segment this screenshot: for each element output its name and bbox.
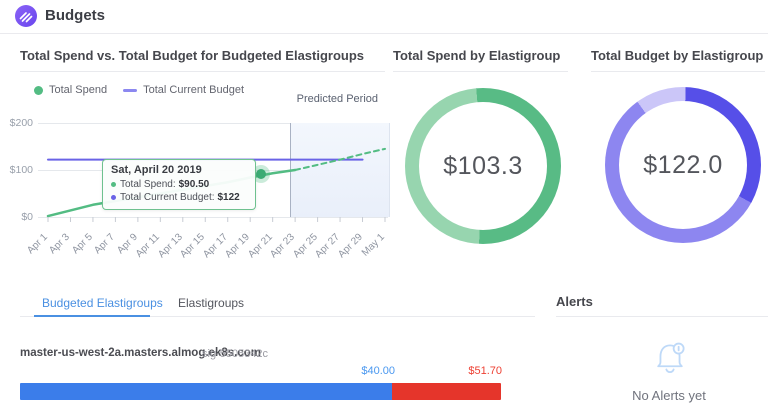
legend-item-total-spend[interactable]: Total Spend: [34, 84, 107, 96]
bar-segment: [392, 383, 501, 400]
tooltip-budget-row: Total Current Budget: $122: [111, 191, 247, 204]
x-axis-label: Apr 5: [56, 232, 95, 271]
x-axis-label: Apr 27: [303, 232, 342, 271]
tooltip-spend-row: Total Spend: $90.50: [111, 178, 247, 191]
x-axis-label: Apr 7: [78, 232, 117, 271]
total-budget-swatch-icon: [123, 89, 137, 92]
line-chart-section-title: Total Spend vs. Total Budget for Budgete…: [20, 48, 364, 63]
predicted-period-label: Predicted Period: [276, 93, 378, 105]
spend-donut-section-title: Total Spend by Elastigroup: [393, 48, 560, 63]
x-axis-label: Apr 3: [33, 232, 72, 271]
y-axis-label: $0: [0, 211, 33, 223]
tab-budgeted-elastigroups[interactable]: Budgeted Elastigroups: [42, 296, 163, 310]
legend-item-total-current-budget[interactable]: Total Current Budget: [123, 84, 244, 96]
tooltip-date: Sat, April 20 2019: [111, 164, 247, 176]
x-axis-label: Apr 13: [146, 232, 185, 271]
divider: [20, 71, 385, 72]
spotinst-logo-icon[interactable]: [15, 5, 37, 27]
total-budget-value: $122.0: [605, 87, 761, 243]
divider: [591, 71, 765, 72]
x-axis-label: May 1: [348, 232, 387, 271]
x-axis-label: Apr 23: [258, 232, 297, 271]
budget-amount-label: $40.00: [325, 365, 395, 377]
spend-bullet-icon: [111, 182, 116, 187]
total-spend-donut-chart[interactable]: $103.3: [405, 88, 561, 244]
x-axis-label: Apr 9: [101, 232, 140, 271]
chart-legend: Total Spend Total Current Budget: [34, 84, 244, 96]
x-axis-label: Apr 11: [123, 232, 162, 271]
tab-elastigroups[interactable]: Elastigroups: [178, 296, 244, 310]
legend-label: Total Spend: [49, 84, 107, 96]
gridline: [38, 123, 388, 124]
x-axis-label: Apr 21: [236, 232, 275, 271]
predicted-period-region: [290, 123, 390, 217]
total-budget-donut-chart[interactable]: $122.0: [605, 87, 761, 243]
legend-label: Total Current Budget: [143, 84, 244, 96]
active-tab-underline: [34, 315, 150, 317]
x-axis-label: Apr 25: [281, 232, 320, 271]
y-axis-label: $200: [0, 117, 33, 129]
bell-icon: [650, 337, 690, 381]
x-axis-label: Apr 15: [168, 232, 207, 271]
divider: [556, 316, 768, 317]
x-axis-label: Apr 29: [326, 232, 365, 271]
elastigroup-sig-id: sig-5505342c: [202, 348, 268, 360]
budget-bullet-icon: [111, 195, 116, 200]
app-header: Budgets: [0, 0, 768, 34]
bar-segment: [20, 383, 392, 400]
x-axis-label: Apr 19: [213, 232, 252, 271]
total-spend-value: $103.3: [405, 88, 561, 244]
x-axis-label: Apr 1: [11, 232, 50, 271]
divider: [393, 71, 568, 72]
page-title: Budgets: [45, 7, 105, 24]
alerts-section-title: Alerts: [556, 294, 593, 309]
total-spend-swatch-icon: [34, 86, 43, 95]
spend-amount-label: $51.70: [432, 365, 502, 377]
y-axis-label: $100: [0, 164, 33, 176]
gridline: [38, 217, 388, 218]
budget-donut-section-title: Total Budget by Elastigroup: [591, 48, 763, 63]
budgets-dashboard: Budgets Total Spend vs. Total Budget for…: [0, 0, 768, 414]
budget-usage-bar[interactable]: [20, 383, 501, 400]
x-axis-label: Apr 17: [191, 232, 230, 271]
no-alerts-text: No Alerts yet: [594, 388, 744, 403]
chart-tooltip: Sat, April 20 2019 Total Spend: $90.50 T…: [102, 159, 256, 210]
